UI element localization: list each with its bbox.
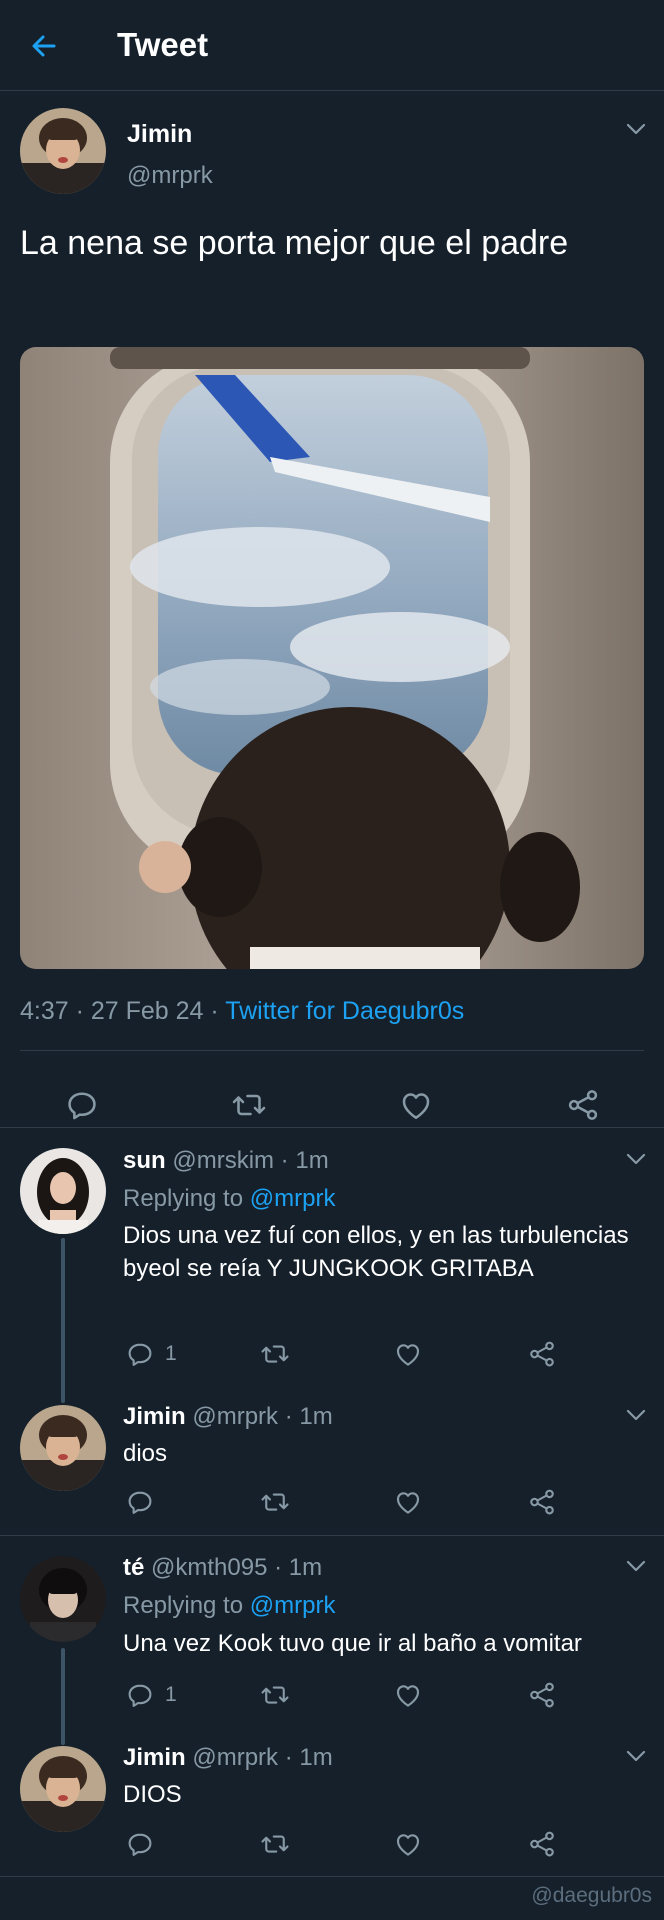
divider <box>0 1876 664 1877</box>
like-icon[interactable] <box>393 1339 423 1369</box>
replying-to-link[interactable]: @mrprk <box>250 1592 336 1619</box>
share-icon[interactable] <box>527 1829 557 1859</box>
avatar[interactable] <box>20 108 106 194</box>
chevron-down-icon[interactable] <box>625 1559 647 1573</box>
reply-icon[interactable] <box>125 1680 155 1710</box>
chevron-down-icon[interactable] <box>625 122 647 136</box>
avatar[interactable] <box>20 1556 106 1642</box>
retweet-icon[interactable] <box>260 1487 290 1517</box>
handle-time: @kmth095 · 1m <box>144 1554 323 1581</box>
top-app-bar: Tweet <box>0 0 664 91</box>
reply-count: 1 <box>165 1683 177 1706</box>
timestamp: 4:37 · 27 Feb 24 · <box>20 997 226 1025</box>
replying-to-link[interactable]: @mrprk <box>250 1185 336 1212</box>
avatar[interactable] <box>20 1405 106 1491</box>
reply-icon[interactable] <box>125 1829 155 1859</box>
reply-text: Dios una vez fuí con ellos, y en las tur… <box>123 1222 629 1282</box>
replying-to: Replying to @mrprk <box>123 1592 335 1620</box>
author-name[interactable]: Jimin <box>123 1744 186 1771</box>
reply-header: té @kmth095 · 1m <box>123 1554 322 1582</box>
avatar[interactable] <box>20 1148 106 1234</box>
divider <box>0 1535 664 1536</box>
replying-label: Replying to <box>123 1185 250 1212</box>
page-title: Tweet <box>117 26 209 63</box>
like-icon[interactable] <box>393 1829 423 1859</box>
divider <box>20 1050 644 1051</box>
like-icon[interactable] <box>393 1680 423 1710</box>
like-icon[interactable] <box>398 1087 434 1123</box>
tweet-text: La nena se porta mejor que el padre <box>20 224 569 262</box>
reply-text: DIOS <box>123 1781 182 1808</box>
share-icon[interactable] <box>527 1680 557 1710</box>
tweet-meta: 4:37 · 27 Feb 24 · Twitter for Daegubr0s <box>20 997 464 1026</box>
arrow-left-icon[interactable] <box>26 28 62 64</box>
reply-header: Jimin @mrprk · 1m <box>123 1744 333 1772</box>
reply-icon[interactable] <box>125 1487 155 1517</box>
reply-icon[interactable] <box>125 1339 155 1369</box>
like-icon[interactable] <box>393 1487 423 1517</box>
divider <box>0 1127 664 1128</box>
thread-line <box>61 1648 65 1745</box>
reply-text: dios <box>123 1440 168 1467</box>
retweet-icon[interactable] <box>260 1829 290 1859</box>
handle-time: @mrskim · 1m <box>165 1147 329 1174</box>
chevron-down-icon[interactable] <box>625 1749 647 1763</box>
tweet-source-link[interactable]: Twitter for Daegubr0s <box>225 997 464 1025</box>
share-icon[interactable] <box>527 1339 557 1369</box>
author-handle[interactable]: @mrprk <box>127 162 213 190</box>
avatar[interactable] <box>20 1746 106 1832</box>
author-name[interactable]: Jimin <box>127 120 192 149</box>
replying-label: Replying to <box>123 1592 250 1619</box>
author-name[interactable]: sun <box>123 1147 166 1174</box>
retweet-icon[interactable] <box>260 1680 290 1710</box>
replying-to: Replying to @mrprk <box>123 1185 335 1213</box>
reply-count: 1 <box>165 1342 177 1365</box>
author-name[interactable]: té <box>123 1554 144 1581</box>
chevron-down-icon[interactable] <box>625 1408 647 1422</box>
share-icon[interactable] <box>565 1087 601 1123</box>
handle-time: @mrprk · 1m <box>185 1403 333 1430</box>
watermark: @daegubr0s <box>531 1884 652 1907</box>
retweet-icon[interactable] <box>260 1339 290 1369</box>
reply-header: sun @mrskim · 1m <box>123 1147 329 1175</box>
tweet-photo[interactable] <box>20 347 644 969</box>
author-name[interactable]: Jimin <box>123 1403 186 1430</box>
handle-time: @mrprk · 1m <box>185 1744 333 1771</box>
reply-header: Jimin @mrprk · 1m <box>123 1403 333 1431</box>
share-icon[interactable] <box>527 1487 557 1517</box>
retweet-icon[interactable] <box>231 1087 267 1123</box>
thread-line <box>61 1238 65 1403</box>
chevron-down-icon[interactable] <box>625 1152 647 1166</box>
reply-icon[interactable] <box>64 1087 100 1123</box>
reply-text: Una vez Kook tuvo que ir al baño a vomit… <box>123 1630 582 1657</box>
